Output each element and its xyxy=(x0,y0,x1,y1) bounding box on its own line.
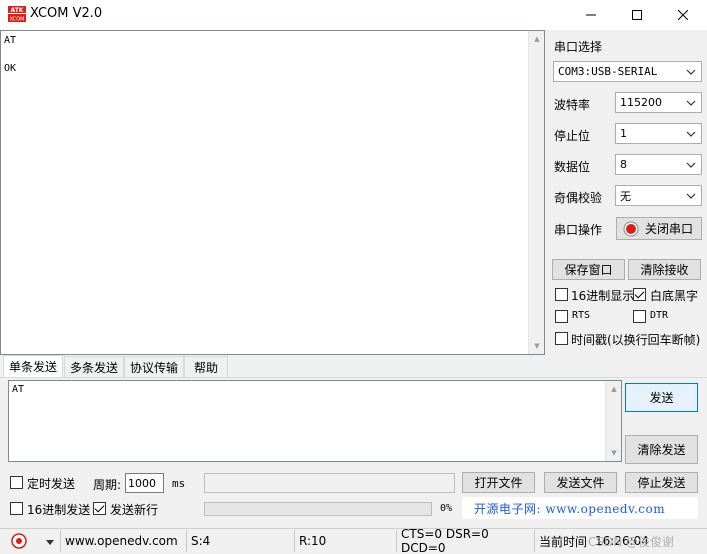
parity-label: 奇偶校验 xyxy=(554,191,603,205)
dtr-checkbox[interactable] xyxy=(633,310,646,323)
title-bar: ATK XCOM XCOM V2.0 xyxy=(0,0,707,30)
stop-bits-label: 停止位 xyxy=(554,129,591,143)
chevron-down-icon xyxy=(686,193,696,199)
port-select-value: COM3:USB-SERIAL xyxy=(558,65,658,78)
scroll-down-icon[interactable]: ▼ xyxy=(532,341,542,351)
status-time-label: 当前时间 xyxy=(539,534,588,549)
open-file-button[interactable]: 打开文件 xyxy=(462,472,535,493)
scroll-up-icon[interactable]: ▲ xyxy=(609,384,619,394)
white-black-checkbox[interactable] xyxy=(633,288,646,301)
settings-icon[interactable] xyxy=(10,533,28,549)
send-newline-label: 发送新行 xyxy=(110,503,159,517)
svg-text:ATK: ATK xyxy=(11,7,24,14)
clear-receive-button[interactable]: 清除接收 xyxy=(628,259,701,280)
close-port-label: 关闭串口 xyxy=(645,222,694,236)
minimize-button[interactable] xyxy=(568,0,614,30)
maximize-icon xyxy=(632,10,642,20)
data-bits-value: 8 xyxy=(620,158,627,171)
save-window-button[interactable]: 保存窗口 xyxy=(552,259,625,280)
timed-send-label: 定时发送 xyxy=(27,477,76,491)
baud-label: 波特率 xyxy=(554,98,591,112)
dtr-label: DTR xyxy=(650,310,669,321)
chevron-down-icon xyxy=(686,131,696,137)
scroll-down-icon[interactable]: ▼ xyxy=(609,448,619,458)
hex-display-checkbox[interactable] xyxy=(555,288,568,301)
maximize-button[interactable] xyxy=(614,0,660,30)
chevron-down-icon xyxy=(686,100,696,106)
close-button[interactable] xyxy=(660,0,706,30)
port-select-label: 串口选择 xyxy=(554,40,603,54)
send-newline-checkbox[interactable] xyxy=(93,502,106,515)
status-website[interactable]: www.openedv.com xyxy=(60,530,182,552)
chevron-down-icon xyxy=(686,69,696,75)
tab-help[interactable]: 帮助 xyxy=(184,356,228,377)
receive-content: AT OK xyxy=(4,35,17,74)
receive-scrollbar[interactable]: ▲ ▼ xyxy=(528,31,544,354)
promo-link[interactable]: 开源电子网: www.openedv.com xyxy=(462,497,698,519)
parity-value: 无 xyxy=(620,189,631,203)
port-select[interactable]: COM3:USB-SERIAL xyxy=(553,61,702,82)
period-label: 周期: xyxy=(93,478,122,492)
close-icon xyxy=(678,10,688,20)
status-recv-count: R:10 xyxy=(294,530,396,552)
minimize-icon xyxy=(586,14,596,16)
stop-bits-value: 1 xyxy=(620,127,627,140)
tab-protocol[interactable]: 协议传输 xyxy=(124,356,184,377)
clear-send-button[interactable]: 清除发送 xyxy=(625,435,698,464)
svg-text:XCOM: XCOM xyxy=(10,17,25,23)
data-bits-select[interactable]: 8 xyxy=(615,154,702,175)
timestamp-label: 时间戳(以换行回车断帧) xyxy=(571,333,701,347)
chevron-down-icon xyxy=(686,162,696,168)
window-title: XCOM V2.0 xyxy=(30,6,103,21)
period-input[interactable]: 1000 xyxy=(125,473,164,493)
baud-select[interactable]: 115200 xyxy=(615,92,702,113)
send-progress-bar xyxy=(204,502,432,516)
rts-label: RTS xyxy=(572,310,591,321)
white-black-label: 白底黑字 xyxy=(650,289,699,303)
stop-send-button[interactable]: 停止发送 xyxy=(625,472,698,493)
data-bits-label: 数据位 xyxy=(554,160,591,174)
send-content: AT xyxy=(12,384,25,395)
timestamp-checkbox[interactable] xyxy=(555,332,568,345)
send-button[interactable]: 发送 xyxy=(625,383,698,412)
status-line-states: CTS=0 DSR=0 DCD=0 xyxy=(396,527,532,554)
scroll-up-icon[interactable]: ▲ xyxy=(532,34,542,44)
timed-send-checkbox[interactable] xyxy=(10,476,23,489)
watermark: CSDN @俊俊谢 xyxy=(588,535,675,549)
close-port-button[interactable]: 关闭串口 xyxy=(616,217,702,240)
send-textarea[interactable]: AT ▲ ▼ xyxy=(8,380,622,462)
rts-checkbox[interactable] xyxy=(555,310,568,323)
send-scrollbar[interactable]: ▲ ▼ xyxy=(605,381,621,461)
tab-multi-send[interactable]: 多条发送 xyxy=(64,356,124,377)
progress-text: 0% xyxy=(440,503,453,514)
stop-bits-select[interactable]: 1 xyxy=(615,123,702,144)
period-unit: ms xyxy=(172,477,186,490)
hex-display-label: 16进制显示 xyxy=(571,289,635,303)
status-sent-count: S:4 xyxy=(186,530,293,552)
hex-send-label: 16进制发送 xyxy=(27,503,91,517)
file-path-input[interactable] xyxy=(204,473,455,493)
hex-send-checkbox[interactable] xyxy=(10,502,23,515)
port-op-label: 串口操作 xyxy=(554,223,603,237)
send-file-button[interactable]: 发送文件 xyxy=(544,472,617,493)
record-icon xyxy=(623,221,639,236)
tab-single-send[interactable]: 单条发送 xyxy=(3,355,63,377)
dropdown-arrow-icon[interactable] xyxy=(44,536,56,546)
parity-select[interactable]: 无 xyxy=(615,185,702,206)
app-logo-icon: ATK XCOM xyxy=(8,6,26,23)
baud-select-value: 115200 xyxy=(620,96,662,109)
receive-textarea[interactable]: AT OK ▲ ▼ xyxy=(0,30,545,355)
